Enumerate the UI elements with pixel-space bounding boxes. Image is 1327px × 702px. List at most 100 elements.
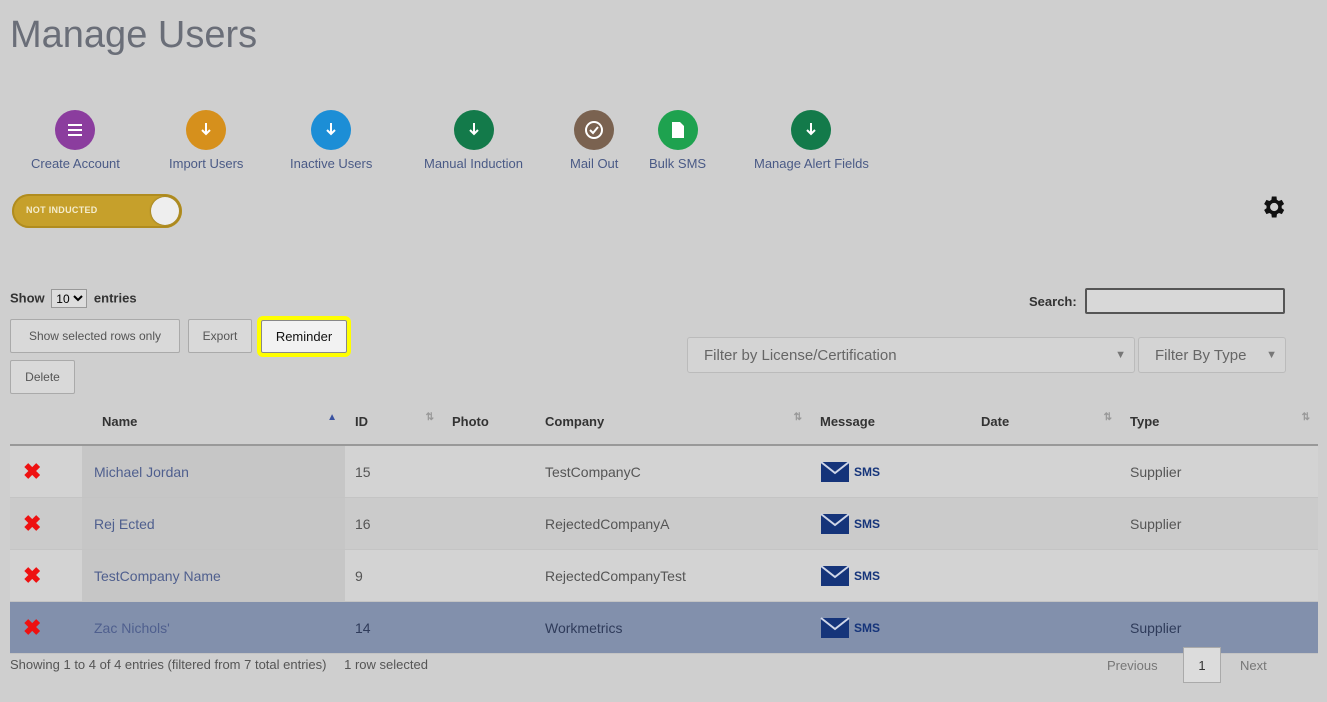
- column-header-message: Message: [810, 398, 971, 446]
- length-prefix: Show: [10, 290, 45, 306]
- user-type: Supplier: [1120, 601, 1318, 654]
- previous-button[interactable]: Previous: [1107, 658, 1158, 673]
- table-info: Showing 1 to 4 of 4 entries (filtered fr…: [10, 657, 428, 672]
- delete-button[interactable]: Delete: [10, 360, 75, 394]
- sms-label: SMS: [854, 464, 881, 479]
- manual-induction-action[interactable]: Manual Induction: [424, 110, 523, 171]
- create-account-action[interactable]: Create Account: [31, 110, 120, 171]
- license-filter-select[interactable]: Filter by License/Certification ▼: [687, 337, 1135, 373]
- reminder-button[interactable]: Reminder: [257, 316, 351, 357]
- toggle-knob: [151, 197, 179, 225]
- next-button[interactable]: Next: [1240, 658, 1267, 673]
- search-input[interactable]: [1084, 288, 1285, 314]
- license-filter-label: Filter by License/Certification: [704, 346, 897, 364]
- inactive-users-action[interactable]: Inactive Users: [290, 110, 372, 171]
- user-photo: [442, 549, 535, 602]
- delete-x-icon[interactable]: ✖: [11, 563, 41, 588]
- user-photo: [442, 445, 535, 498]
- header-row: Name ▲ ID ⇅ Photo Company ⇅ Message Date…: [10, 398, 1318, 446]
- column-header-id[interactable]: ID ⇅: [345, 398, 442, 446]
- sms-link[interactable]: SMS: [820, 616, 970, 639]
- sort-icon: ⇅: [1103, 412, 1112, 423]
- sort-icon: ⇅: [793, 412, 802, 423]
- manage-alert-fields-label: Manage Alert Fields: [754, 156, 869, 171]
- sms-link[interactable]: SMS: [820, 460, 970, 483]
- user-name-link[interactable]: Michael Jordan: [82, 445, 345, 498]
- search-label: Search:: [1029, 293, 1077, 309]
- column-header-photo: Photo: [442, 398, 535, 446]
- column-header-name[interactable]: Name ▲: [82, 398, 345, 446]
- message-cell[interactable]: SMS: [810, 497, 971, 550]
- gear-icon[interactable]: [1259, 193, 1287, 221]
- user-id: 14: [345, 601, 442, 654]
- sort-up-icon: ▲: [327, 412, 337, 423]
- user-id: 15: [345, 445, 442, 498]
- envelope-icon: [820, 616, 850, 638]
- manual-induction-label: Manual Induction: [424, 156, 524, 171]
- length-control: Show 10 entries: [10, 289, 137, 308]
- message-cell[interactable]: SMS: [810, 549, 971, 602]
- sms-label: SMS: [854, 620, 881, 635]
- column-header-select: [10, 398, 82, 446]
- mail-out-label: Mail Out: [570, 156, 619, 171]
- user-name-link[interactable]: Zac Nichols': [82, 601, 345, 654]
- table-row[interactable]: ✖ Michael Jordan 15 TestCompanyC SMS Sup…: [10, 445, 1318, 498]
- table-row-selected[interactable]: ✖ Zac Nichols' 14 Workmetrics SMS Suppli…: [10, 601, 1318, 654]
- show-selected-button[interactable]: Show selected rows only: [10, 319, 180, 353]
- column-header-id-label: ID: [355, 413, 368, 429]
- sms-link[interactable]: SMS: [820, 564, 970, 587]
- user-company: TestCompanyC: [535, 445, 810, 498]
- user-date: [971, 445, 1120, 498]
- bulk-sms-action[interactable]: Bulk SMS: [649, 110, 706, 171]
- search-control: Search:: [1029, 288, 1285, 314]
- not-inducted-toggle[interactable]: NOT INDUCTED: [12, 194, 182, 228]
- user-type: Supplier: [1120, 445, 1318, 498]
- table-row[interactable]: ✖ Rej Ected 16 RejectedCompanyA SMS Supp…: [10, 497, 1318, 550]
- delete-x-icon[interactable]: ✖: [11, 615, 41, 640]
- sms-link[interactable]: SMS: [820, 512, 970, 535]
- page-title: Manage Users: [10, 14, 258, 56]
- chevron-down-icon: ▼: [1115, 349, 1126, 361]
- user-photo: [442, 497, 535, 550]
- create-account-label: Create Account: [31, 156, 120, 171]
- message-cell[interactable]: SMS: [810, 445, 971, 498]
- user-name-link[interactable]: TestCompany Name: [82, 549, 345, 602]
- import-users-action[interactable]: Import Users: [169, 110, 243, 171]
- user-id: 9: [345, 549, 442, 602]
- user-photo: [442, 601, 535, 654]
- column-header-type-label: Type: [1130, 413, 1160, 429]
- column-header-company[interactable]: Company ⇅: [535, 398, 810, 446]
- user-date: [971, 601, 1120, 654]
- envelope-icon: [820, 564, 850, 586]
- toggle-label: NOT INDUCTED: [26, 205, 98, 215]
- sms-label: SMS: [854, 568, 881, 583]
- table-row[interactable]: ✖ TestCompany Name 9 RejectedCompanyTest…: [10, 549, 1318, 602]
- length-suffix: entries: [93, 290, 137, 306]
- column-header-type[interactable]: Type ⇅: [1120, 398, 1318, 446]
- manage-alert-fields-action[interactable]: Manage Alert Fields: [754, 110, 869, 171]
- length-select[interactable]: 10: [51, 289, 88, 308]
- message-cell[interactable]: SMS: [810, 601, 971, 654]
- delete-x-icon[interactable]: ✖: [11, 459, 41, 484]
- import-users-label: Import Users: [169, 156, 244, 171]
- export-button[interactable]: Export: [188, 319, 252, 353]
- document-icon: [657, 110, 698, 150]
- users-table: Name ▲ ID ⇅ Photo Company ⇅ Message Date…: [10, 398, 1318, 654]
- entries-info: Showing 1 to 4 of 4 entries (filtered fr…: [10, 657, 327, 672]
- download-icon: [453, 110, 494, 150]
- user-name-link[interactable]: Rej Ected: [82, 497, 345, 550]
- column-header-name-label: Name: [102, 413, 138, 429]
- delete-x-icon[interactable]: ✖: [11, 511, 41, 536]
- user-date: [971, 497, 1120, 550]
- column-header-date[interactable]: Date ⇅: [971, 398, 1120, 446]
- mail-out-action[interactable]: Mail Out: [570, 110, 618, 171]
- inactive-users-label: Inactive Users: [290, 156, 373, 171]
- column-header-company-label: Company: [545, 413, 605, 429]
- user-company: RejectedCompanyA: [535, 497, 810, 550]
- user-company: RejectedCompanyTest: [535, 549, 810, 602]
- list-icon: [55, 110, 96, 150]
- page-1-button[interactable]: 1: [1183, 647, 1221, 683]
- selected-info: 1 row selected: [344, 657, 428, 672]
- download-icon: [791, 110, 832, 150]
- type-filter-select[interactable]: Filter By Type ▼: [1138, 337, 1286, 373]
